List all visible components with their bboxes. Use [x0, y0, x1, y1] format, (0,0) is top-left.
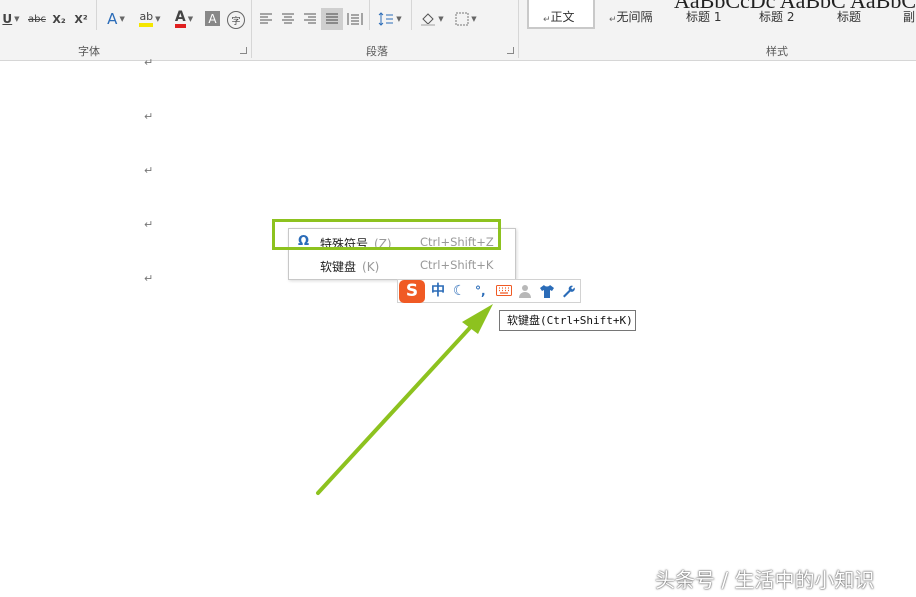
watermark-text: 头条号 / 生活中的小知识 — [655, 568, 875, 592]
annotation-arrow-icon — [316, 304, 493, 495]
